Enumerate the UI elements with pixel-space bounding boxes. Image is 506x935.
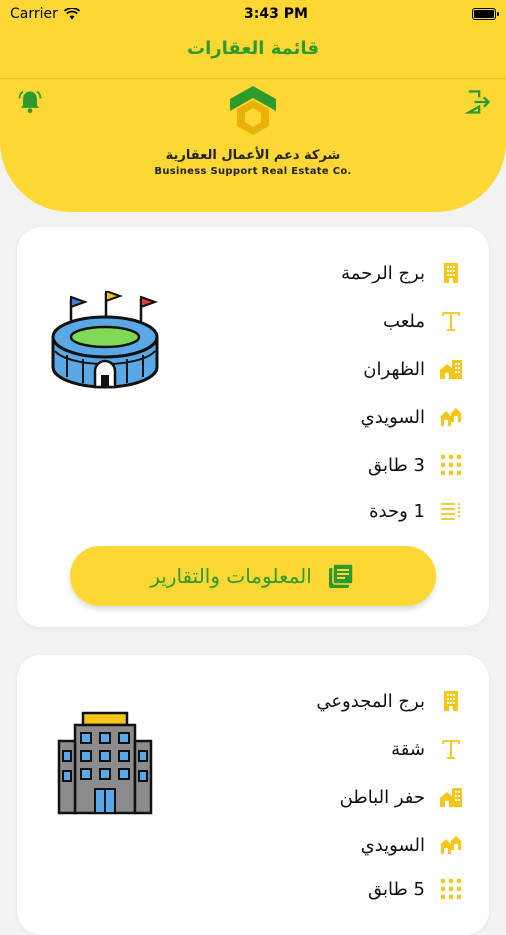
- status-right: [472, 8, 499, 20]
- property-floors: 3 طابق: [367, 454, 425, 476]
- logout-icon[interactable]: [464, 88, 492, 116]
- city-icon: [440, 360, 462, 379]
- property-district: حفر الباطن: [339, 786, 425, 808]
- title-divider: [0, 78, 506, 79]
- text-type-icon: [442, 740, 460, 759]
- info-reports-button[interactable]: المعلومات والتقارير: [70, 546, 436, 606]
- document-icon: [328, 563, 354, 588]
- property-district-row: الظهران: [363, 357, 463, 381]
- building-icon: [444, 691, 458, 711]
- property-name: برج المجدوعي: [316, 690, 425, 712]
- bell-icon[interactable]: [16, 88, 44, 116]
- property-units: 1 وحدة: [369, 500, 425, 522]
- property-area: السويدي: [360, 834, 425, 856]
- property-floors: 5 طابق: [367, 878, 425, 900]
- header: قائمة العقارات شركة دعم الأعمال العقارية…: [0, 28, 506, 212]
- property-units-row: 1 وحدة: [369, 499, 463, 523]
- property-type: ملعب: [383, 310, 425, 332]
- property-name-row: برج الرحمة: [341, 261, 463, 285]
- building-icon: [444, 263, 458, 283]
- city-icon: [440, 788, 462, 807]
- wifi-icon: [63, 8, 80, 20]
- houses-icon: [440, 836, 462, 854]
- property-area-row: السويدي: [361, 405, 463, 429]
- status-left: Carrier: [10, 6, 80, 22]
- property-district-row: حفر الباطن: [340, 785, 463, 809]
- property-district: الظهران: [363, 358, 425, 380]
- list-icon: [441, 503, 460, 520]
- property-area: السويدي: [360, 406, 425, 428]
- text-type-icon: [442, 312, 460, 331]
- company-name-ar: شركة دعم الأعمال العقارية: [165, 148, 341, 163]
- page-title: قائمة العقارات: [187, 38, 319, 59]
- property-card[interactable]: برج الرحمة ملعب الظهران السويدي 3 طابق 1…: [17, 227, 489, 627]
- grid-icon: [441, 879, 461, 899]
- office-building-icon: [57, 711, 153, 815]
- property-area-row: السويدي: [361, 833, 463, 857]
- company-name-en: Business Support Real Estate Co.: [154, 166, 352, 177]
- property-type-row: شقة: [391, 737, 463, 761]
- grid-icon: [441, 455, 461, 475]
- battery-icon: [472, 8, 499, 20]
- status-time: 3:43 PM: [244, 6, 308, 22]
- property-floors-row: 3 طابق: [368, 453, 463, 477]
- status-bar: Carrier 3:43 PM: [0, 0, 506, 28]
- property-name: برج الرحمة: [341, 262, 425, 284]
- property-type-row: ملعب: [383, 309, 463, 333]
- houses-icon: [440, 408, 462, 426]
- stadium-icon: [51, 291, 159, 389]
- property-floors-row: 5 طابق: [368, 877, 463, 901]
- property-name-row: برج المجدوعي: [316, 689, 463, 713]
- company-logo: [230, 86, 276, 135]
- carrier-label: Carrier: [10, 6, 58, 22]
- info-reports-label: المعلومات والتقارير: [150, 564, 312, 588]
- property-type: شقة: [391, 738, 425, 760]
- property-card[interactable]: برج المجدوعي شقة حفر الباطن السويدي 5 طا…: [17, 655, 489, 935]
